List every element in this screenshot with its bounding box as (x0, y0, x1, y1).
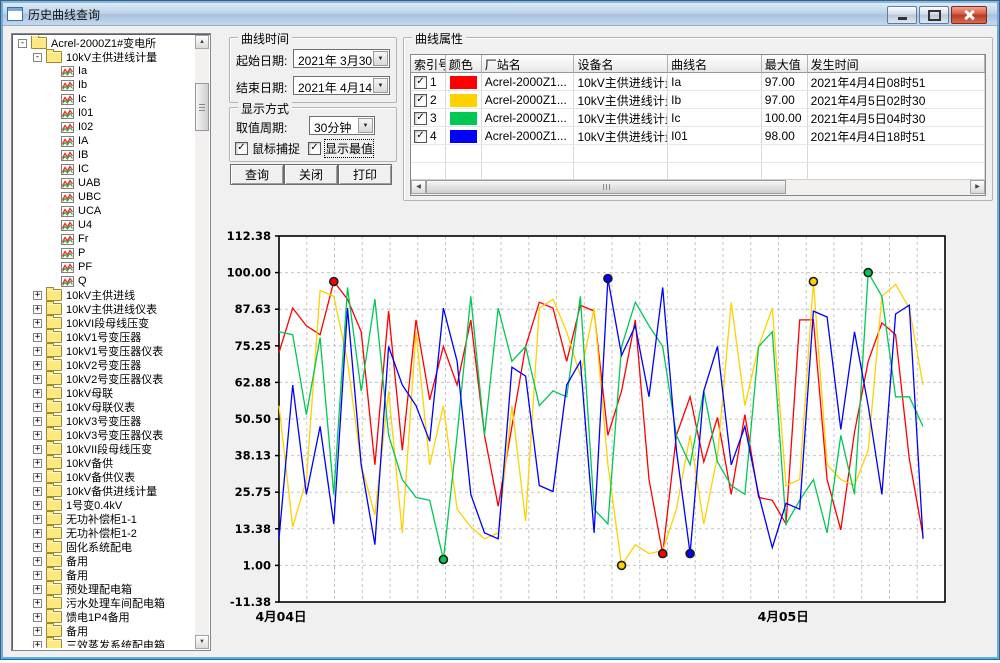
svg-text:1.00: 1.00 (243, 558, 271, 572)
history-curve-chart[interactable]: 112.38 100.00 87.63 75.25 62.88 50.50 38.13 25.… (3, 3, 1000, 663)
svg-text:25.75: 25.75 (235, 485, 271, 499)
svg-text:62.88: 62.88 (235, 375, 271, 389)
svg-text:-11.38: -11.38 (230, 595, 271, 609)
svg-text:112.38: 112.38 (227, 229, 271, 243)
svg-text:100.00: 100.00 (227, 266, 271, 280)
svg-text:75.25: 75.25 (235, 339, 271, 353)
app-window: 历史曲线查询 -Acrel-2000Z1#变电所-10kV主供进线计量IaIbI… (0, 0, 1000, 660)
svg-text:4月04日: 4月04日 (255, 609, 306, 624)
svg-text:4月05日: 4月05日 (758, 609, 809, 624)
svg-text:13.38: 13.38 (235, 522, 271, 536)
svg-text:38.13: 38.13 (235, 449, 271, 463)
svg-text:87.63: 87.63 (235, 302, 271, 316)
svg-text:50.50: 50.50 (235, 412, 271, 426)
